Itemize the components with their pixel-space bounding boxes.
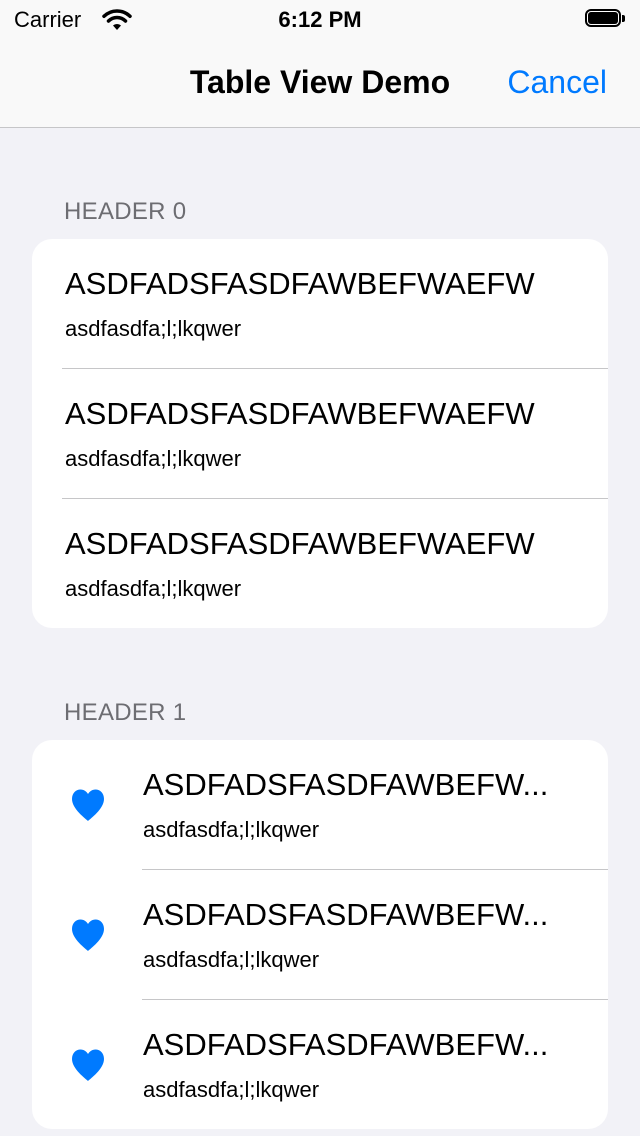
table-row[interactable]: ASDFADSFASDFAWBEFWAEFW asdfasdfa;l;lkqwe…	[32, 239, 608, 369]
section-header-0: HEADER 0	[64, 198, 187, 225]
heart-icon	[72, 1049, 104, 1081]
table-row[interactable]: ASDFADSFASDFAWBEFW... asdfasdfa;l;lkqwer	[32, 870, 608, 1000]
table-row[interactable]: ASDFADSFASDFAWBEFWAEFW asdfasdfa;l;lkqwe…	[32, 499, 608, 628]
section-header-1: HEADER 1	[64, 699, 187, 726]
heart-icon	[72, 919, 104, 951]
row-title: ASDFADSFASDFAWBEFWAEFW	[65, 526, 535, 561]
row-subtitle: asdfasdfa;l;lkqwer	[143, 817, 320, 842]
row-subtitle: asdfasdfa;l;lkqwer	[65, 316, 242, 341]
row-title: ASDFADSFASDFAWBEFWAEFW	[65, 266, 535, 301]
row-subtitle: asdfasdfa;l;lkqwer	[143, 1077, 320, 1102]
table-row[interactable]: ASDFADSFASDFAWBEFW... asdfasdfa;l;lkqwer	[32, 1000, 608, 1129]
row-title: ASDFADSFASDFAWBEFW...	[143, 1027, 549, 1062]
section-0-group: ASDFADSFASDFAWBEFWAEFW asdfasdfa;l;lkqwe…	[32, 239, 608, 628]
cancel-button[interactable]: Cancel	[507, 64, 607, 101]
section-1-group: ASDFADSFASDFAWBEFW... asdfasdfa;l;lkqwer…	[32, 740, 608, 1129]
battery-icon	[585, 9, 625, 29]
row-subtitle: asdfasdfa;l;lkqwer	[143, 947, 320, 972]
row-subtitle: asdfasdfa;l;lkqwer	[65, 576, 242, 601]
row-subtitle: asdfasdfa;l;lkqwer	[65, 446, 242, 471]
status-time: 6:12 PM	[278, 7, 362, 32]
row-title: ASDFADSFASDFAWBEFW...	[143, 767, 549, 802]
table-row[interactable]: ASDFADSFASDFAWBEFW... asdfasdfa;l;lkqwer	[32, 740, 608, 870]
heart-icon	[72, 789, 104, 821]
status-bar: Carrier 6:12 PM	[0, 0, 640, 40]
row-title: ASDFADSFASDFAWBEFWAEFW	[65, 396, 535, 431]
row-title: ASDFADSFASDFAWBEFW...	[143, 897, 549, 932]
table-row[interactable]: ASDFADSFASDFAWBEFWAEFW asdfasdfa;l;lkqwe…	[32, 369, 608, 499]
navigation-bar: Table View Demo Cancel	[0, 40, 640, 128]
